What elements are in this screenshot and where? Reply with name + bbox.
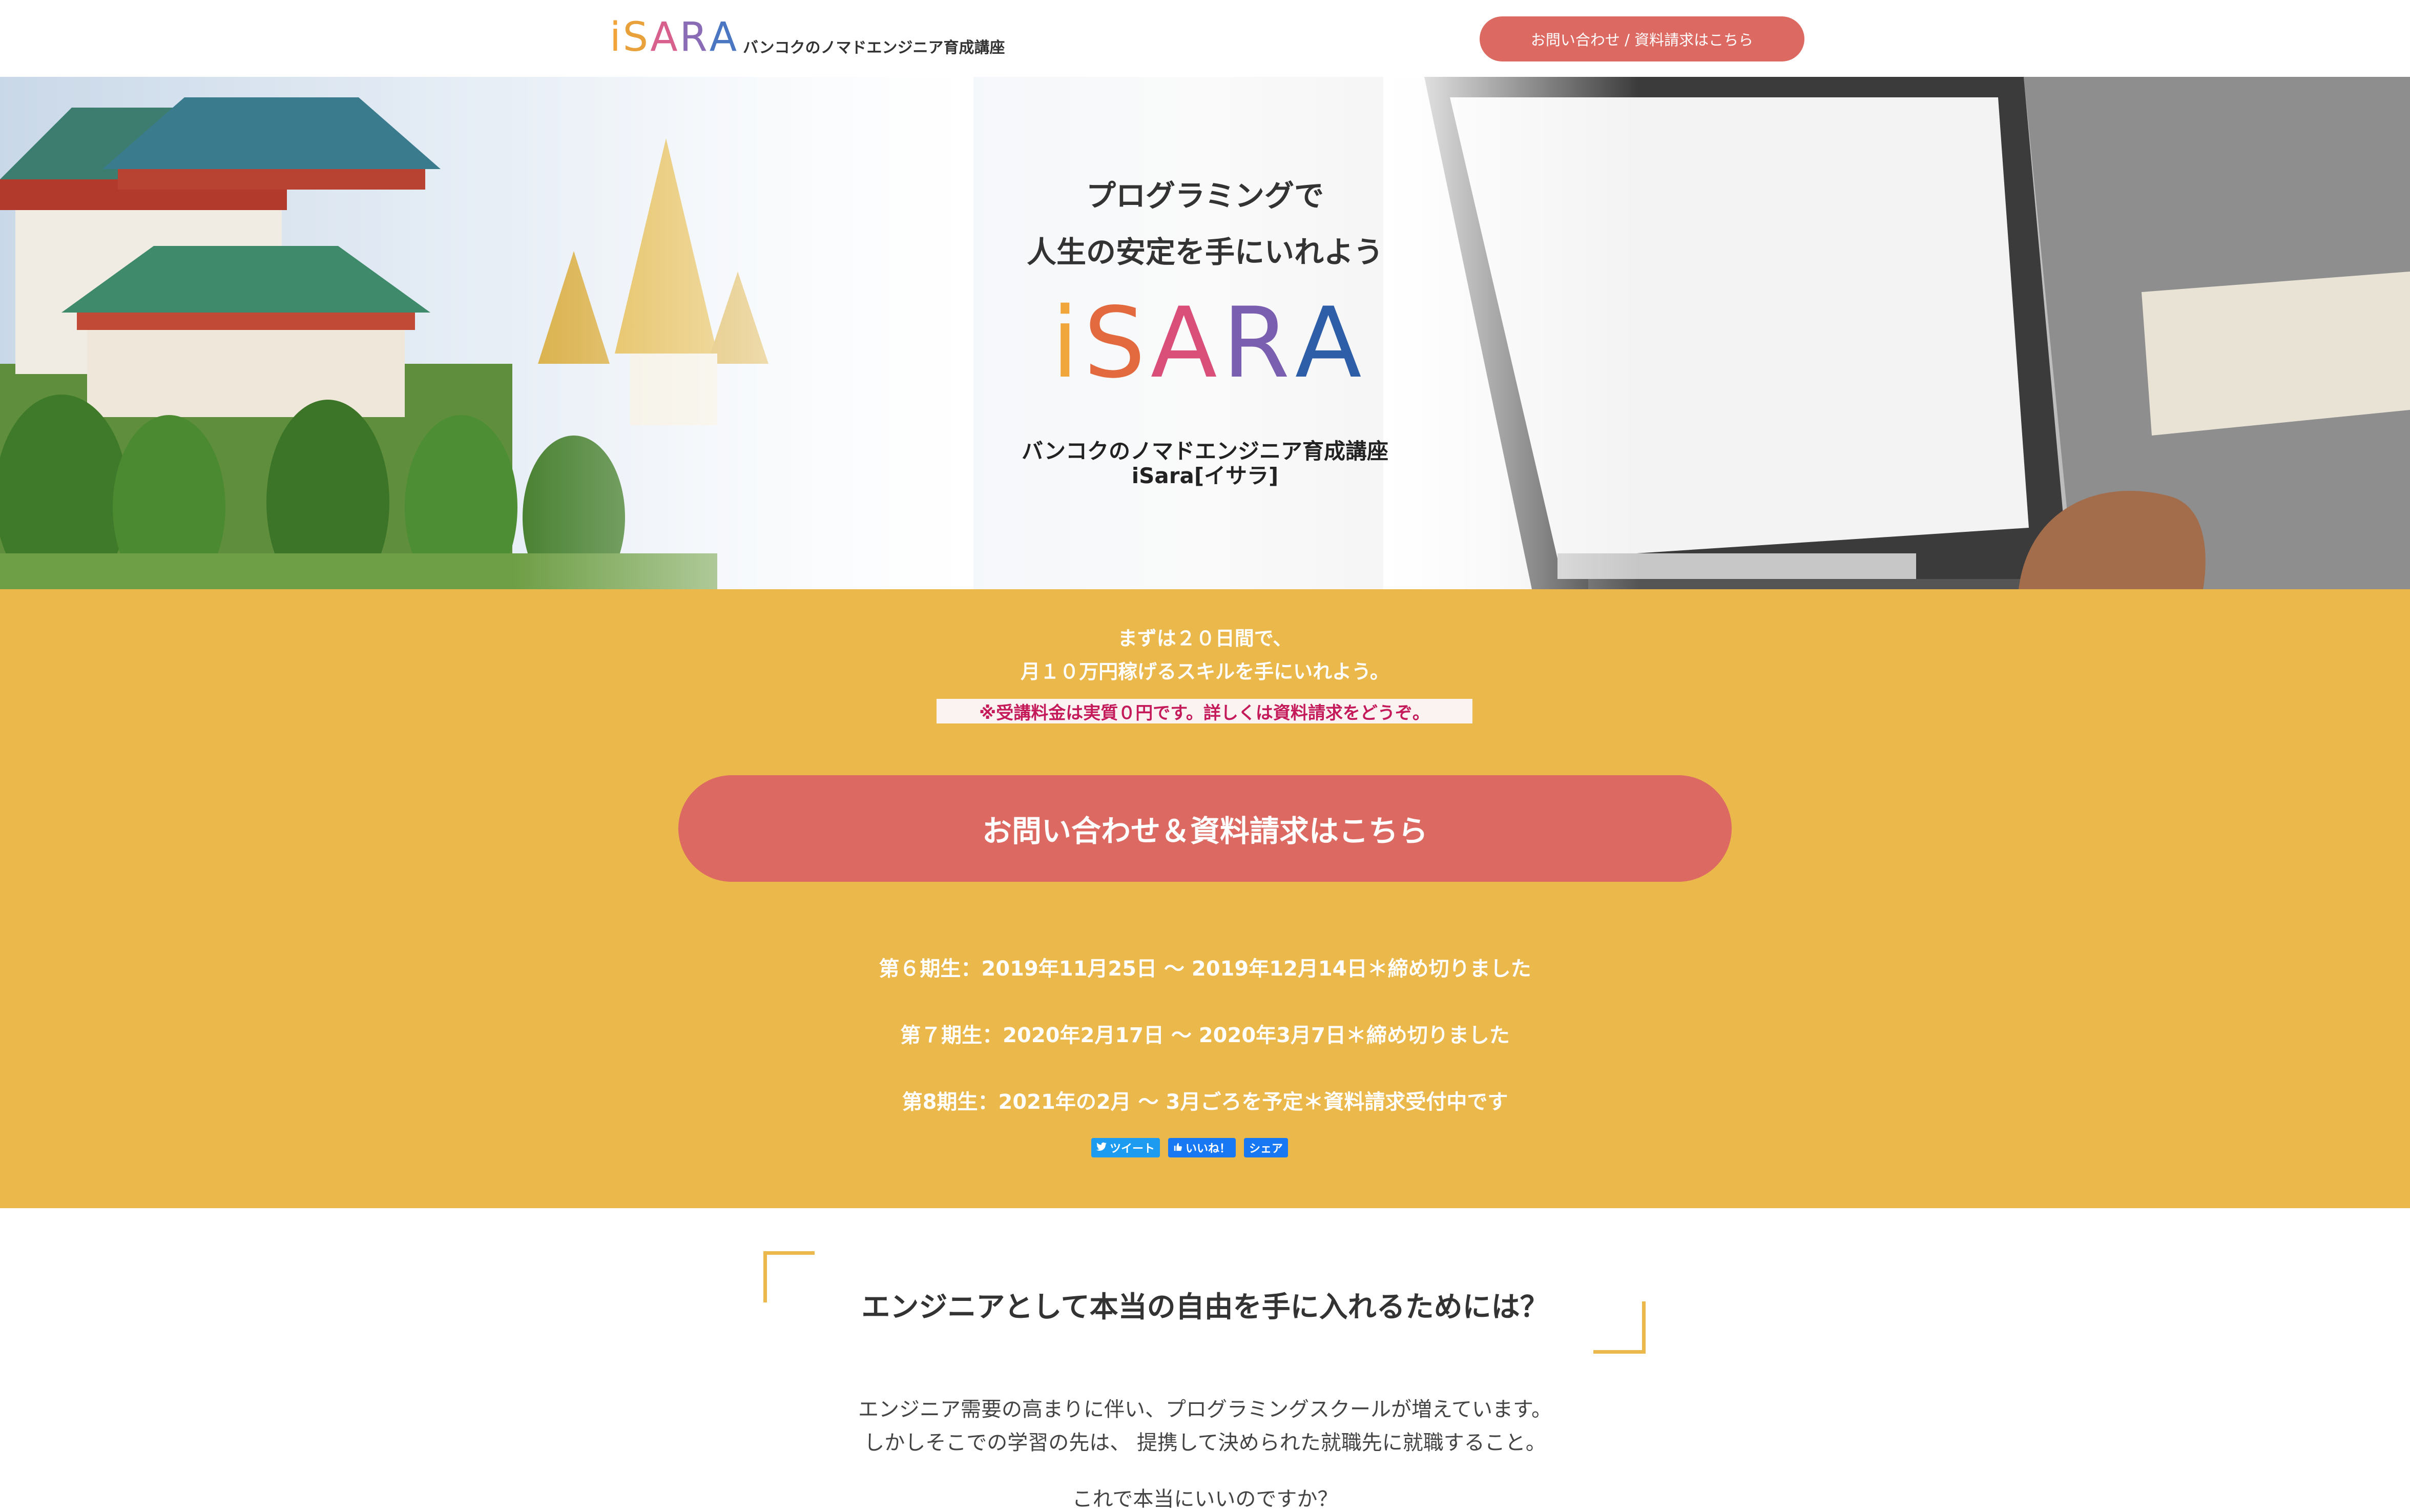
like-label: いいね！ (1186, 1143, 1231, 1155)
twitter-bird-icon (1096, 1142, 1107, 1154)
section-title: エンジニアとして本当の自由を手に入れるためには？ (861, 1291, 1549, 1324)
section-paragraph-3: これで本当にいいのですか？ (1072, 1487, 1338, 1511)
cta-section: まずは２０日間で、 月１０万円稼げるスキルを手にいれよう。 ※受講料金は実質０円… (0, 589, 2410, 1208)
cta-line2: 月１０万円稼げるスキルを手にいれよう。 (1021, 660, 1389, 683)
isara-logo[interactable]: iSARA (610, 17, 739, 58)
freedom-section: エンジニアとして本当の自由を手に入れるためには？ エンジニア需要の高まりに伴い、… (0, 1208, 2410, 1511)
section-paragraph-1: エンジニア需要の高まりに伴い、プログラミングスクールが増えています。 (858, 1398, 1552, 1421)
header-logo-letter: A (709, 14, 739, 60)
tweet-button[interactable]: ツイート (1091, 1138, 1160, 1157)
like-button[interactable]: いいね！ (1168, 1138, 1236, 1157)
term-8: 第8期生：2021年の2月 ～ 3月ごろを予定＊資料請求受付中です (902, 1090, 1508, 1114)
hero-logo-letter: A (1150, 286, 1222, 400)
hero-logo-letter: S (1084, 286, 1151, 400)
share-label: シェア (1249, 1143, 1283, 1155)
term-6: 第６期生：2019年11月25日 ～ 2019年12月14日＊締め切りました (879, 957, 1531, 981)
inquiry-button[interactable]: お問い合わせ＆資料請求はこちら (678, 775, 1732, 882)
site-header: iSARA バンコクのノマドエンジニア育成講座 お問い合わせ / 資料請求はこち… (0, 0, 2410, 77)
contact-button[interactable]: お問い合わせ / 資料請求はこちら (1480, 16, 1804, 61)
cta-line1: まずは２０日間で、 (1117, 627, 1293, 650)
fee-note: ※受講料金は実質０円です。詳しくは資料請求をどうぞ。 (937, 699, 1472, 723)
hero-section: プログラミングで 人生の安定を手にいれよう iSARA バンコクのノマドエンジニ… (0, 77, 2410, 589)
header-logo-letter: A (650, 14, 680, 60)
hero-logo-letter: A (1295, 286, 1367, 400)
section-paragraph-2: しかしそこでの学習の先は、 提携して決められた就職先に就職すること。 (864, 1431, 1546, 1455)
tweet-label: ツイート (1110, 1143, 1155, 1155)
hero-title-line1: プログラミングで (1086, 178, 1324, 213)
term-7: 第７期生：2020年2月17日 ～ 2020年3月7日＊締め切りました (900, 1024, 1510, 1047)
share-button[interactable]: シェア (1244, 1138, 1289, 1157)
temple-illustration (0, 77, 973, 589)
hero-title-line2: 人生の安定を手にいれよう (1026, 235, 1383, 270)
hero-logo-letter: R (1222, 286, 1295, 400)
header-logo-letter: i (610, 14, 623, 60)
share-buttons: ツイート いいね！ シェア (1091, 1138, 1289, 1157)
header-logo-letter: R (679, 14, 710, 60)
header-logo-letter: S (622, 14, 651, 60)
hero-logo-letter: i (1051, 286, 1084, 400)
header-tagline: バンコクのノマドエンジニア育成講座 (743, 39, 1005, 57)
hero-subtitle-line2: iSara[イサラ] (1131, 463, 1279, 488)
hero-isara-logo: iSARA (1051, 286, 1363, 400)
laptop-illustration (1383, 77, 2410, 589)
thumbs-up-icon (1173, 1142, 1182, 1154)
